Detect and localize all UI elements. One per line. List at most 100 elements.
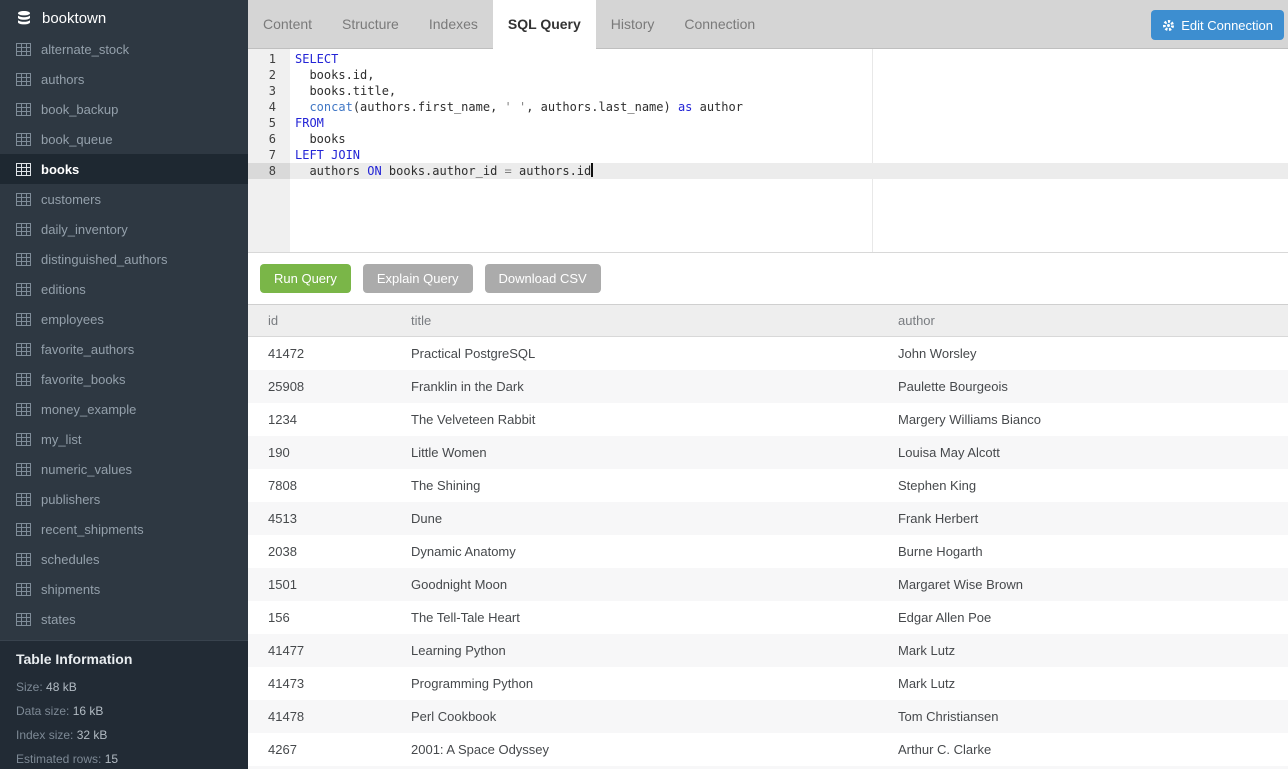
database-name: booktown bbox=[42, 10, 106, 27]
table-cell: Practical PostgreSQL bbox=[391, 337, 878, 370]
line-number: 4 bbox=[248, 99, 290, 115]
table-cell: Franklin in the Dark bbox=[391, 370, 878, 403]
table-cell: 2001: A Space Odyssey bbox=[391, 733, 878, 766]
sidebar-item-customers[interactable]: customers bbox=[0, 184, 248, 214]
edit-connection-button[interactable]: Edit Connection bbox=[1151, 10, 1284, 40]
tab-sql-query[interactable]: SQL Query bbox=[493, 0, 596, 48]
sidebar-item-employees[interactable]: employees bbox=[0, 304, 248, 334]
tab-history[interactable]: History bbox=[596, 0, 670, 48]
info-value: 32 kB bbox=[77, 728, 108, 742]
table-name-label: book_backup bbox=[41, 102, 118, 117]
table-icon bbox=[16, 343, 31, 356]
table-name-label: customers bbox=[41, 192, 101, 207]
table-icon bbox=[16, 163, 31, 176]
sidebar-item-numeric_values[interactable]: numeric_values bbox=[0, 454, 248, 484]
table-name-label: publishers bbox=[41, 492, 100, 507]
line-number: 6 bbox=[248, 131, 290, 147]
table-info-row: Index size: 32 kB bbox=[16, 723, 232, 747]
table-cell: 2038 bbox=[248, 535, 391, 568]
sidebar-item-authors[interactable]: authors bbox=[0, 64, 248, 94]
table-icon bbox=[16, 583, 31, 596]
database-header[interactable]: booktown bbox=[0, 0, 248, 34]
table-icon bbox=[16, 403, 31, 416]
sidebar-item-money_example[interactable]: money_example bbox=[0, 394, 248, 424]
table-icon bbox=[16, 73, 31, 86]
tab-structure[interactable]: Structure bbox=[327, 0, 414, 48]
table-row: 41478Perl CookbookTom Christiansen bbox=[248, 700, 1288, 733]
tab-indexes[interactable]: Indexes bbox=[414, 0, 493, 48]
table-info-panel: Table Information Size: 48 kBData size: … bbox=[0, 640, 248, 769]
sidebar-item-publishers[interactable]: publishers bbox=[0, 484, 248, 514]
table-cell: John Worsley bbox=[878, 337, 1288, 370]
table-row-partial bbox=[248, 766, 1288, 769]
table-icon bbox=[16, 223, 31, 236]
table-row: 42672001: A Space OdysseyArthur C. Clark… bbox=[248, 733, 1288, 766]
table-icon bbox=[16, 613, 31, 626]
table-name-label: books bbox=[41, 162, 79, 177]
table-cell: 1501 bbox=[248, 568, 391, 601]
sidebar-item-book_queue[interactable]: book_queue bbox=[0, 124, 248, 154]
table-row: 7808The ShiningStephen King bbox=[248, 469, 1288, 502]
table-name-label: money_example bbox=[41, 402, 136, 417]
explain-query-button[interactable]: Explain Query bbox=[363, 264, 473, 293]
code-line: authors ON books.author_id = authors.id bbox=[290, 163, 1288, 179]
tab-content[interactable]: Content bbox=[248, 0, 327, 48]
table-name-label: states bbox=[41, 612, 76, 627]
info-label: Size: bbox=[16, 680, 46, 694]
code-line: SELECT bbox=[290, 51, 1288, 67]
sidebar-item-recent_shipments[interactable]: recent_shipments bbox=[0, 514, 248, 544]
table-name-label: recent_shipments bbox=[41, 522, 144, 537]
sidebar-item-shipments[interactable]: shipments bbox=[0, 574, 248, 604]
column-header-id: id bbox=[248, 305, 391, 337]
sidebar-item-editions[interactable]: editions bbox=[0, 274, 248, 304]
table-cell: Little Women bbox=[391, 436, 878, 469]
sidebar-item-distinguished_authors[interactable]: distinguished_authors bbox=[0, 244, 248, 274]
sql-editor[interactable]: 12345678 SELECT books.id, books.title, c… bbox=[248, 49, 1288, 253]
table-row: 4513DuneFrank Herbert bbox=[248, 502, 1288, 535]
table-cell: Frank Herbert bbox=[878, 502, 1288, 535]
tab-connection[interactable]: Connection bbox=[669, 0, 770, 48]
table-icon bbox=[16, 523, 31, 536]
sidebar-item-books[interactable]: books bbox=[0, 154, 248, 184]
table-row: 41473Programming PythonMark Lutz bbox=[248, 667, 1288, 700]
table-cell: The Velveteen Rabbit bbox=[391, 403, 878, 436]
table-cell: Mark Lutz bbox=[878, 634, 1288, 667]
code-line: LEFT JOIN bbox=[290, 147, 1288, 163]
table-cell: 7808 bbox=[248, 469, 391, 502]
table-name-label: book_queue bbox=[41, 132, 113, 147]
sidebar-item-schedules[interactable]: schedules bbox=[0, 544, 248, 574]
table-row: 156The Tell-Tale HeartEdgar Allen Poe bbox=[248, 601, 1288, 634]
line-number: 8 bbox=[248, 163, 290, 179]
download-csv-button[interactable]: Download CSV bbox=[485, 264, 601, 293]
sidebar-item-alternate_stock[interactable]: alternate_stock bbox=[0, 34, 248, 64]
run-query-button[interactable]: Run Query bbox=[260, 264, 351, 293]
table-name-label: daily_inventory bbox=[41, 222, 128, 237]
table-cell: Tom Christiansen bbox=[878, 700, 1288, 733]
sidebar-item-daily_inventory[interactable]: daily_inventory bbox=[0, 214, 248, 244]
sidebar-item-states[interactable]: states bbox=[0, 604, 248, 634]
column-header-author: author bbox=[878, 305, 1288, 337]
table-name-label: my_list bbox=[41, 432, 81, 447]
sidebar-item-my_list[interactable]: my_list bbox=[0, 424, 248, 454]
sidebar-item-book_backup[interactable]: book_backup bbox=[0, 94, 248, 124]
table-cell: The Tell-Tale Heart bbox=[391, 601, 878, 634]
sidebar-item-favorite_books[interactable]: favorite_books bbox=[0, 364, 248, 394]
table-name-label: alternate_stock bbox=[41, 42, 129, 57]
gear-icon bbox=[1162, 19, 1175, 32]
editor-code: SELECT books.id, books.title, concat(aut… bbox=[290, 51, 1288, 179]
sidebar-item-favorite_authors[interactable]: favorite_authors bbox=[0, 334, 248, 364]
code-line: books bbox=[290, 131, 1288, 147]
table-row: 190Little WomenLouisa May Alcott bbox=[248, 436, 1288, 469]
table-icon bbox=[16, 43, 31, 56]
table-cell: 4267 bbox=[248, 733, 391, 766]
table-icon bbox=[16, 133, 31, 146]
table-cell: 41473 bbox=[248, 667, 391, 700]
table-cell: Perl Cookbook bbox=[391, 700, 878, 733]
results-area: idtitleauthor 41472Practical PostgreSQLJ… bbox=[248, 304, 1288, 769]
table-row: 2038Dynamic AnatomyBurne Hogarth bbox=[248, 535, 1288, 568]
table-cell: 1234 bbox=[248, 403, 391, 436]
table-name-label: schedules bbox=[41, 552, 100, 567]
table-name-label: favorite_authors bbox=[41, 342, 134, 357]
table-icon bbox=[16, 283, 31, 296]
table-info-row: Size: 48 kB bbox=[16, 675, 232, 699]
